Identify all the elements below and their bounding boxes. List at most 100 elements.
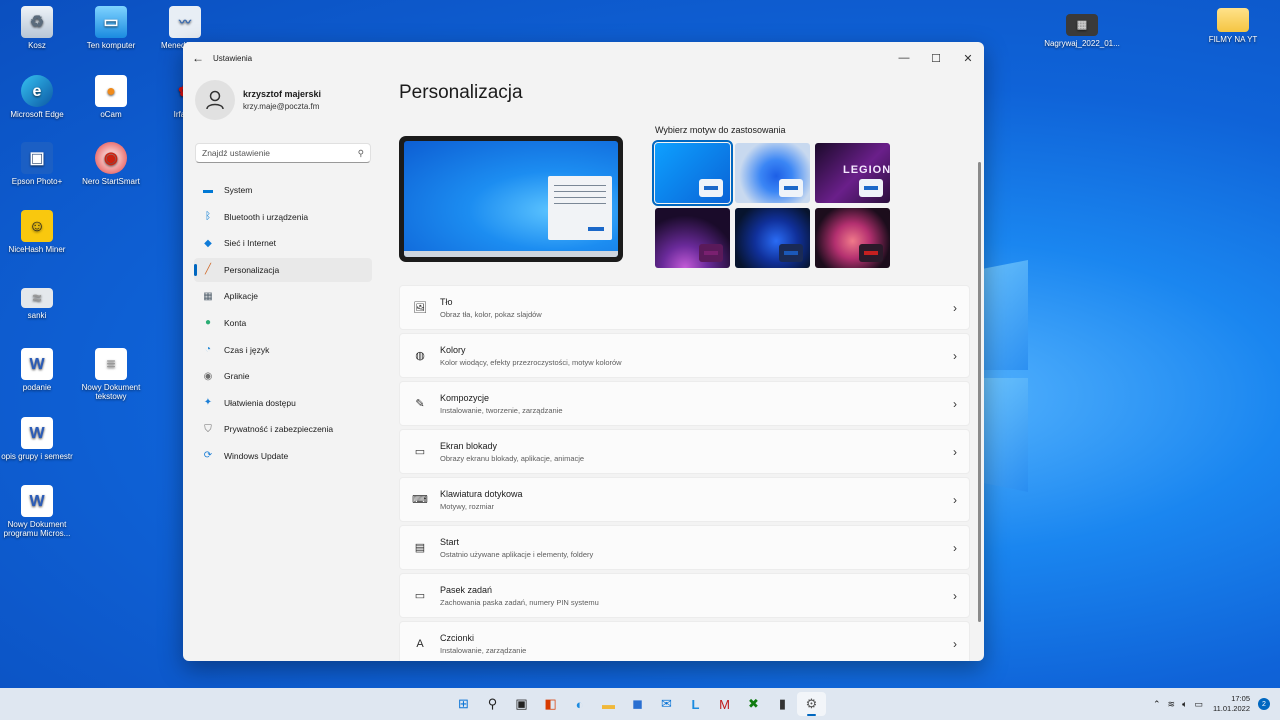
sidebar-item-label: Bluetooth i urządzenia [224,211,309,222]
desktop-icon-epson[interactable]: ▣ Epson Photo+ [0,142,74,186]
terminal-icon[interactable]: ▮ [768,692,797,716]
profile-name: krzysztof majerski [243,89,322,99]
desktop-icon-nero[interactable]: ◉ Nero StartSmart [74,142,148,186]
desktop-icon-new-word-doc[interactable]: W Nowy Dokument programu Micros... [0,485,74,538]
sidebar-item-network[interactable]: ◆ Sieć i Internet [194,231,372,255]
sidebar-item-label: Prywatność i zabezpieczenia [224,424,334,435]
sidebar-item-update[interactable]: ⟳ Windows Update [194,444,372,468]
desktop-icon-podanie[interactable]: W podanie [0,348,74,392]
desktop-icon-nicehash[interactable]: ☺ NiceHash Miner [0,210,74,254]
sidebar-item-accounts[interactable]: ● Konta [194,311,372,335]
office-icon[interactable]: ◧ [536,692,565,716]
theme-legion-text: LEGION [843,164,890,176]
system-icon: ▬ [203,184,213,196]
clock[interactable]: 17:05 11.01.2022 [1213,694,1250,714]
desktop-icon-recycle-bin[interactable]: ♻ Kosz [0,6,74,50]
close-button[interactable]: ✕ [952,52,984,65]
task-manager-icon: 〰 [169,6,201,38]
row-text: Tło Obraz tła, kolor, pokaz slajdów [440,297,953,319]
task-view-icon[interactable]: ▣ [507,692,536,716]
desktop-icon-edge[interactable]: e Microsoft Edge [0,75,74,119]
settings-row[interactable]: ⌨ Klawiatura dotykowa Motywy, rozmiar › [399,477,970,522]
user-profile[interactable]: krzysztof majerski krzy.maje@poczta.fm [183,74,383,126]
main-content: Personalizacja Wybierz motyw do zastosow… [399,74,970,661]
edge-icon[interactable]: ◐ [565,692,594,716]
search-icon[interactable]: ⚲ [478,692,507,716]
sidebar-item-gaming[interactable]: ◉ Granie [194,364,372,388]
desktop-icon-opis-grupy[interactable]: W opis grupy i semestr [0,417,74,461]
l-app-icon[interactable]: L [681,692,710,716]
ocam-icon: ● [95,75,127,107]
desktop-icon-label: Ten komputer [86,41,136,50]
minimize-button[interactable]: — [888,52,920,64]
fonts-icon: A [416,637,424,650]
theme-tile[interactable] [652,140,733,206]
sidebar-item-label: System [224,185,253,195]
user-icon [206,90,224,110]
mail-icon[interactable]: ✉ [652,692,681,716]
clock-date: 11.01.2022 [1213,704,1250,713]
search-input[interactable]: Znajdź ustawienie ⚲ [195,143,371,163]
theme-tile[interactable] [655,208,730,268]
settings-row[interactable]: ▭ Pasek zadań Zachowania paska zadań, nume… [399,573,970,618]
desktop-icon-recording[interactable]: ▦ Nagrywaj_2022_01... [1044,14,1120,48]
theme-tile[interactable] [815,208,890,268]
maximize-button[interactable]: ☐ [920,52,952,65]
row-title: Start [440,536,460,547]
desktop-icon-this-pc[interactable]: ▭ Ten komputer [74,6,148,50]
theme-tile[interactable] [735,208,810,268]
scrollbar[interactable] [978,162,981,622]
desktop-icon-label: FILMY NA YT [1208,35,1258,44]
epson-icon: ▣ [21,142,53,174]
chevron-up-icon[interactable]: ⌃ [1153,699,1161,710]
desktop-icon-folder[interactable]: FILMY NA YT [1196,8,1270,44]
row-subtitle: Kolor wiodący, efekty przezroczystości, … [440,357,622,367]
video-file-icon: ▦ [1066,14,1098,36]
clock-time: 17:05 [1231,694,1250,703]
battery-icon[interactable]: ▭ [1195,699,1204,710]
themes-label: Wybierz motyw do zastosowania [655,125,786,135]
sidebar-item-label: Ułatwienia dostępu [224,397,296,408]
sidebar-item-apps[interactable]: ▦ Aplikacje [194,284,372,308]
start-icon[interactable]: ⊞ [449,692,478,716]
desktop-icon-text-file[interactable]: ≡ Nowy Dokument tekstowy [74,348,148,401]
desktop-icon-label: Nero StartSmart [82,177,140,186]
taskbar: ⊞ ⚲ ▣ ◧ ◐ ▬ ◼ ✉ L M ✖ ▮ ⚙ ⌃ ≋ 🔈︎ ▭ 17:05 11.01.2022 … [0,688,1280,720]
settings-row[interactable]: ✎ Kompozycje Instalowanie, tworzenie, zarz… [399,381,970,426]
notification-badge[interactable]: 2 [1258,698,1270,710]
sidebar-item-system[interactable]: ▬ System [194,178,372,202]
settings-row[interactable]: 🖼︎ Tło Obraz tła, kolor, pokaz slajdów › [399,285,970,330]
file-explorer-icon[interactable]: ▬ [594,692,623,716]
chevron-right-icon: › [953,348,957,363]
bluetooth-icon: ᛒ [205,211,211,223]
sidebar-item-brush[interactable]: ╱ Personalizacja [194,257,372,282]
row-text: Ekran blokady Obrazy ekranu blokady, apli… [440,441,953,463]
row-title: Kompozycje [440,392,490,403]
desktop-icon-label: Epson Photo+ [11,177,63,186]
settings-row[interactable]: A Czcionki Instalowanie, zarządzanie › [399,621,970,661]
store-icon[interactable]: ◼ [623,692,652,716]
volume-icon[interactable]: 🔈︎ [1182,699,1187,710]
theme-tile[interactable]: LEGION [815,143,890,203]
nicehash-icon: ☺ [21,210,53,242]
settings-row[interactable]: ◍ Kolory Kolor wiodący, efekty przezroczys… [399,333,970,378]
row-text: Klawiatura dotykowa Motywy, rozmiar [440,489,953,511]
desktop-icon-sanki[interactable]: ≈ sanki [0,288,74,320]
settings-row[interactable]: ▭ Ekran blokady Obrazy ekranu blokady, apl… [399,429,970,474]
mcafee-icon[interactable]: M [710,692,739,716]
settings-list: 🖼︎ Tło Obraz tła, kolor, pokaz slajdów › ◍ Ko… [399,285,970,661]
sidebar-item-bluetooth[interactable]: ᛒ Bluetooth i urządzenia [194,205,372,229]
theme-tile[interactable] [735,143,810,203]
wifi-icon[interactable]: ≋ [1168,699,1176,710]
settings-row[interactable]: ▤ Start Ostatnio używane aplikacje i eleme… [399,525,970,570]
theme-preview [399,136,623,262]
back-arrow-icon[interactable]: ← [183,51,213,65]
sidebar-item-accessibility[interactable]: ✦ Ułatwienia dostępu [194,391,372,415]
sidebar-item-shield[interactable]: ⛉ Prywatność i zabezpieczenia [194,417,372,441]
sidebar-item-time-language[interactable]: ◔ Czas i język [194,338,372,362]
settings-icon[interactable]: ⚙ [797,692,826,716]
xbox-icon[interactable]: ✖ [739,692,768,716]
row-subtitle: Motywy, rozmiar [440,501,495,511]
desktop-icon-ocam[interactable]: ● oCam [74,75,148,119]
brush-icon: ╱ [204,264,212,276]
